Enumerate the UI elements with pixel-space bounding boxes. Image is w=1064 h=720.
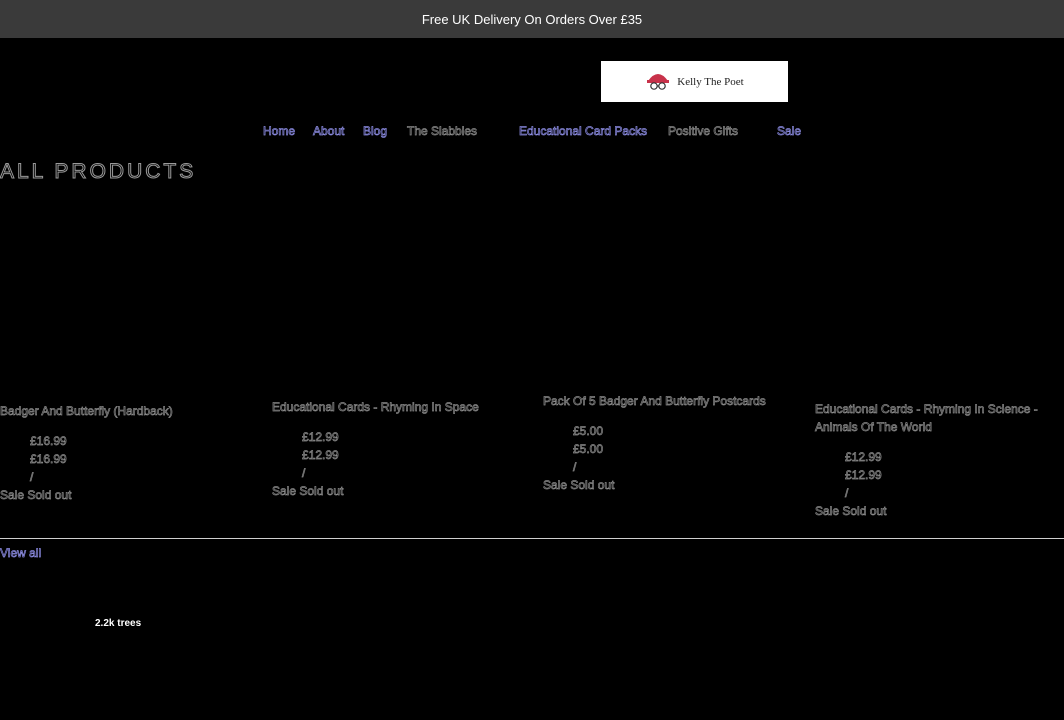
product-title-link[interactable]: Educational Cards - Rhyming In Science -… [815,400,1055,436]
status-badges: Sale Sold out [543,476,783,494]
site-logo[interactable]: Kelly The Poet [601,61,788,102]
sale-price: £12.99 [845,468,882,483]
product-title-link[interactable]: Badger And Butterfly (Hardback) [0,402,240,420]
sale-price: £16.99 [30,452,67,467]
regular-price: £5.00 [573,424,604,439]
nav-home[interactable]: Home [263,124,296,139]
regular-price: £12.99 [845,450,882,465]
sale-badge: Sale [543,478,568,493]
sale-badge: Sale [0,488,25,503]
nav-sale[interactable]: Sale [777,124,802,139]
sale-price: £5.00 [573,442,604,457]
nav-blog[interactable]: Blog [363,124,388,139]
sold-out-badge: Sold out [570,478,615,493]
product-title-link[interactable]: Pack Of 5 Badger And Butterfly Postcards [543,392,783,410]
announcement-text: Free UK Delivery On Orders Over £35 [421,11,643,27]
sale-price: £12.99 [302,448,339,463]
trees-planted-badge: 2.2k trees [95,618,142,629]
sold-out-badge: Sold out [842,504,887,519]
section-divider [0,538,1064,539]
status-badges: Sale Sold out [0,486,240,504]
unit-price-separator: / [573,460,577,475]
view-all-link[interactable]: View all [0,546,41,561]
sold-out-badge: Sold out [27,488,72,503]
poet-logo-icon [647,73,670,90]
nav-the-slabbies[interactable]: The Slabbies [407,124,478,139]
page-title: ALL PRODUCTS [0,160,197,184]
product-card: Pack Of 5 Badger And Butterfly Postcards… [543,392,783,494]
unit-price-separator: / [302,466,306,481]
logo-text: Kelly The Poet [677,75,744,88]
status-badges: Sale Sold out [272,482,512,500]
status-badges: Sale Sold out [815,502,1055,520]
regular-price: £16.99 [30,434,67,449]
product-card: Educational Cards - Rhyming In Science -… [815,400,1055,520]
sale-badge: Sale [815,504,840,519]
product-card: Educational Cards - Rhyming In Space £12… [272,398,512,500]
nav-about[interactable]: About [313,124,345,139]
nav-educational-card-packs[interactable]: Educational Card Packs [519,124,648,139]
sold-out-badge: Sold out [299,484,344,499]
unit-price-separator: / [845,486,849,501]
regular-price: £12.99 [302,430,339,445]
sale-badge: Sale [272,484,297,499]
main-nav: Home About Blog The Slabbies Educational… [0,124,1064,140]
unit-price-separator: / [30,470,34,485]
product-title-link[interactable]: Educational Cards - Rhyming In Space [272,398,512,416]
nav-positive-gifts[interactable]: Positive Gifts [668,124,739,139]
product-card: Badger And Butterfly (Hardback) £16.99 £… [0,402,240,504]
announcement-bar: Free UK Delivery On Orders Over £35 [0,0,1064,38]
